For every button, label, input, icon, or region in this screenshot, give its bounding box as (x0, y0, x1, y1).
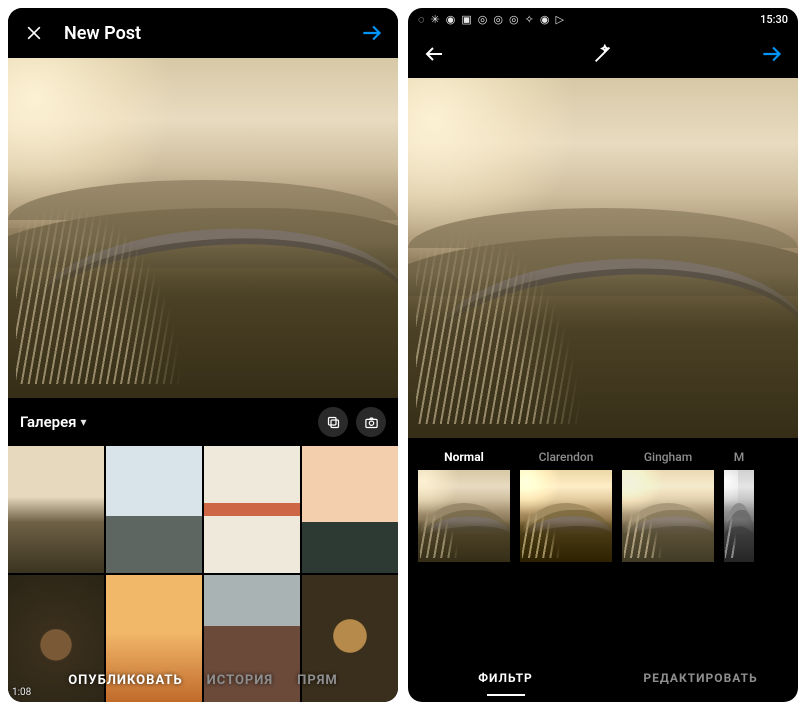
tab-story[interactable]: ИСТОРИЯ (207, 673, 273, 688)
filter-option-gingham[interactable]: Gingham (622, 450, 714, 562)
filter-label: Gingham (644, 450, 692, 464)
tab-live[interactable]: ПРЯМ (297, 673, 338, 688)
status-icons: ◌ ✳ ◉ ▣ ◎ ◎ ◎ ✧ ◉ ▷ (418, 13, 564, 26)
gallery-source-bar: Галерея ▾ (8, 398, 398, 446)
filter-option-normal[interactable]: Normal (418, 450, 510, 562)
filter-label: Clarendon (539, 450, 594, 464)
tab-edit[interactable]: РЕДАКТИРОВАТЬ (603, 654, 798, 702)
status-icon: ✳ (431, 13, 440, 26)
chevron-down-icon[interactable]: ▾ (81, 415, 87, 429)
gallery-thumb[interactable] (8, 446, 104, 573)
editor-topbar (408, 30, 798, 78)
gallery-thumb[interactable] (106, 446, 202, 573)
android-statusbar: ◌ ✳ ◉ ▣ ◎ ◎ ◎ ✧ ◉ ▷ 15:30 (408, 8, 798, 30)
gallery-dropdown[interactable]: Галерея (20, 413, 77, 431)
video-duration-badge: 1:08 (12, 687, 31, 698)
tab-filter[interactable]: ФИЛЬТР (408, 654, 603, 702)
selected-photo-preview[interactable] (8, 58, 398, 398)
gallery-thumb[interactable] (204, 446, 300, 573)
page-title: New Post (64, 23, 358, 44)
mode-tabs: ОПУБЛИКОВАТЬ ИСТОРИЯ ПРЯМ (8, 673, 398, 688)
filter-label: M (734, 450, 745, 464)
editor-bottom-tabs: ФИЛЬТР РЕДАКТИРОВАТЬ (408, 654, 798, 702)
status-icon: ◎ (478, 13, 488, 26)
camera-icon[interactable] (356, 407, 386, 437)
phone-filter-editor: ◌ ✳ ◉ ▣ ◎ ◎ ◎ ✧ ◉ ▷ 15:30 Normal (408, 8, 798, 702)
status-icon: ◉ (446, 13, 456, 26)
next-arrow-icon[interactable] (358, 19, 386, 47)
gallery-thumb[interactable] (302, 446, 398, 573)
multi-select-icon[interactable] (318, 407, 348, 437)
status-icon: ◌ (418, 13, 425, 26)
status-icon: ▣ (461, 13, 471, 26)
status-clock: 15:30 (760, 13, 788, 26)
filter-option-partial[interactable]: M (724, 450, 754, 562)
editor-photo-preview[interactable] (408, 78, 798, 438)
filter-label: Normal (444, 450, 484, 464)
status-icon: ◎ (493, 13, 503, 26)
gallery-grid: 1:08 ОПУБЛИКОВАТЬ ИСТОРИЯ ПРЯМ (8, 446, 398, 702)
filter-strip: Normal Clarendon Gingham M (408, 438, 798, 568)
tab-publish[interactable]: ОПУБЛИКОВАТЬ (68, 673, 182, 688)
status-icon: ▷ (555, 13, 563, 26)
magic-wand-icon[interactable] (589, 40, 617, 68)
status-icon: ◎ (509, 13, 519, 26)
phone-new-post: New Post Галерея ▾ 1:08 ОПУБЛИКОВАТЬ ИСТ… (8, 8, 398, 702)
filter-option-clarendon[interactable]: Clarendon (520, 450, 612, 562)
next-arrow-icon[interactable] (758, 40, 786, 68)
back-arrow-icon[interactable] (420, 40, 448, 68)
status-icon: ◉ (540, 13, 550, 26)
close-icon[interactable] (20, 19, 48, 47)
topbar: New Post (8, 8, 398, 58)
status-icon: ✧ (525, 13, 534, 26)
